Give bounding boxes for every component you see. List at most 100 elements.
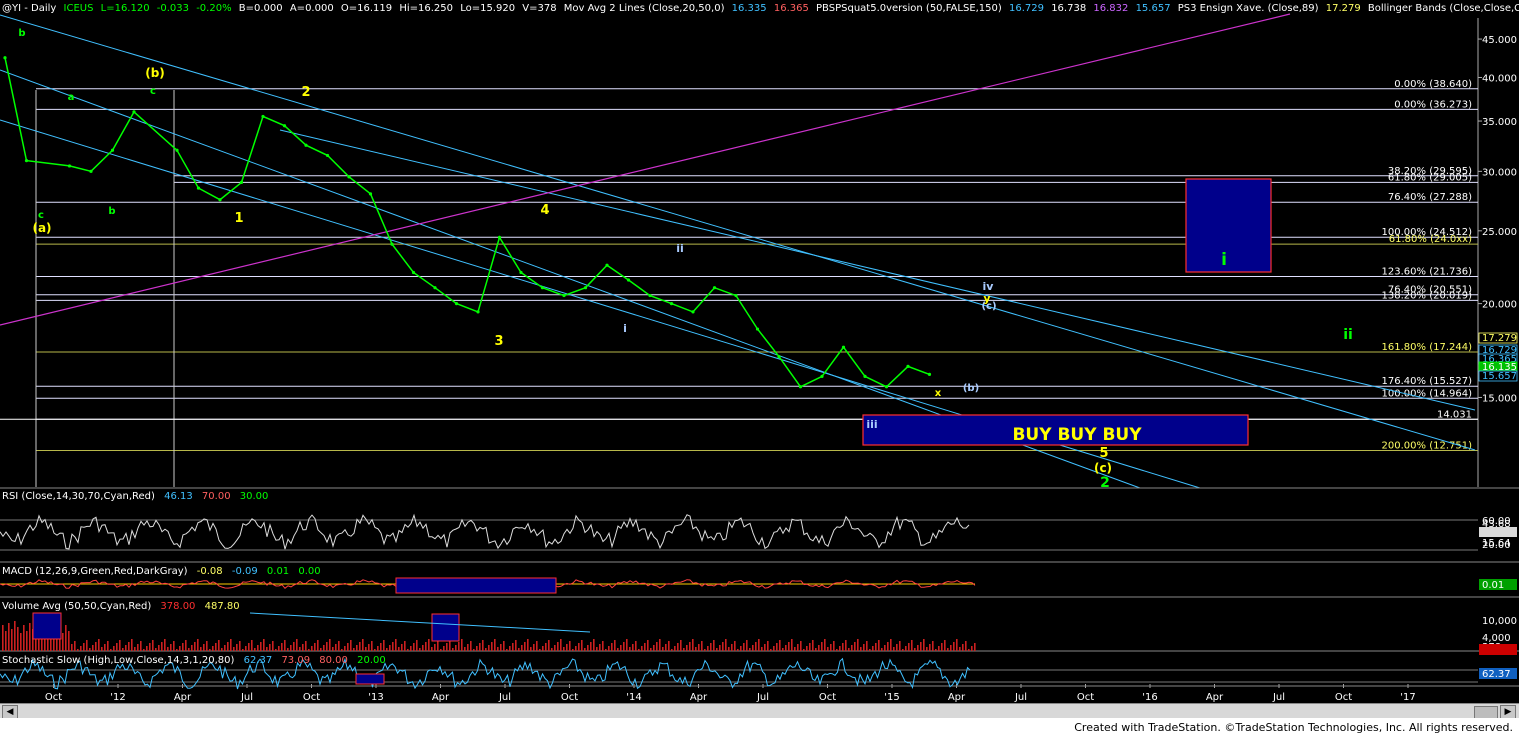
y-tick-label: 45.000	[1482, 35, 1517, 46]
volume-bar	[965, 641, 967, 651]
volume-bar	[239, 641, 241, 651]
volume-bar	[701, 641, 703, 651]
volume-bar	[836, 649, 838, 651]
volume-bar	[857, 639, 859, 651]
price-point	[110, 148, 115, 152]
volume-bar	[338, 641, 340, 651]
volume-bar	[845, 640, 847, 651]
volume-bar	[851, 645, 853, 651]
volume-bar	[737, 649, 739, 651]
volume-bar	[449, 640, 451, 651]
volume-bar	[713, 640, 715, 651]
volume-bar	[818, 645, 820, 651]
ensign-value: 17.279	[1325, 3, 1361, 14]
volume-bar	[356, 645, 358, 651]
volume-bar	[710, 643, 712, 651]
volume-bar	[290, 645, 292, 651]
volume-bar	[110, 649, 112, 651]
price-point	[89, 169, 93, 173]
price-point	[669, 302, 674, 306]
volume-bar	[485, 648, 487, 651]
volume-bar	[68, 631, 70, 651]
bb-study-name: Bollinger Bands (Close,Close,Clos	[1367, 3, 1519, 14]
volume-bar	[506, 649, 508, 651]
volume-bar	[740, 646, 742, 651]
volume-bar	[974, 643, 976, 651]
volume-label: Volume Avg (50,50,Cyan,Red) 378.00 487.8…	[2, 601, 246, 612]
volume-bar	[224, 645, 226, 651]
volume-bar	[911, 640, 913, 651]
volume-bar	[362, 639, 364, 651]
price-point	[906, 364, 910, 368]
volume-bar	[962, 644, 964, 651]
volume-bar	[806, 646, 808, 651]
volume-bar	[968, 649, 970, 651]
volume-bar	[725, 639, 727, 651]
stoch-name: Stochastic Slow (High,Low,Close,14,3,1,2…	[2, 655, 235, 666]
symbol-label: @YI - Daily	[2, 3, 57, 14]
volume-bar	[62, 633, 64, 651]
volume-bar	[923, 639, 925, 651]
volume-bar	[581, 640, 583, 651]
volume-bar	[596, 647, 598, 651]
volume-bar	[488, 645, 490, 651]
wave-label-big-i: i	[1221, 250, 1227, 270]
volume-bar	[155, 648, 157, 651]
volume-bar	[476, 646, 478, 651]
rsi-label: RSI (Close,14,30,70,Cyan,Red) 46.13 70.0…	[2, 491, 274, 502]
volume-bar	[77, 649, 79, 651]
price-point	[132, 110, 136, 114]
price-point	[648, 293, 652, 298]
wave-label-c-sub: (c)	[981, 301, 996, 312]
price-point	[239, 180, 244, 184]
exchange-label: ICEUS	[63, 3, 94, 14]
volume-bar	[20, 633, 22, 651]
volume-bar	[599, 644, 601, 651]
volume-bar	[215, 643, 217, 651]
wave-label-b-minor: b	[108, 206, 115, 217]
volume-bar	[167, 647, 169, 651]
pbs3-value: 16.832	[1093, 3, 1129, 14]
wave-label-ii: ii	[676, 242, 684, 255]
volume-bar	[890, 639, 892, 651]
volume-bar	[794, 647, 796, 651]
volume-bar	[401, 644, 403, 651]
fib-label: 14.031	[1437, 409, 1472, 420]
volume-avg: 487.80	[204, 601, 240, 612]
volume-bar	[590, 642, 592, 651]
volume-bar	[833, 641, 835, 651]
x-tick-label: '15	[884, 692, 899, 703]
volume-bar	[470, 641, 472, 651]
volume-bar	[89, 648, 91, 651]
volume-bar	[116, 643, 118, 651]
price-point	[605, 263, 609, 267]
volume-bar	[500, 644, 502, 651]
x-tick-label: Jul	[498, 692, 511, 703]
x-tick-label: Jul	[1272, 692, 1285, 703]
price-point	[820, 374, 824, 379]
volume-bar	[353, 648, 355, 651]
x-tick-label: Oct	[45, 692, 62, 703]
volume-bar	[644, 643, 646, 651]
volume-bar	[884, 645, 886, 651]
volume-bar	[305, 641, 307, 651]
volume-bar	[146, 646, 148, 651]
volume-bar	[830, 644, 832, 651]
volume-bar	[887, 642, 889, 651]
rsi-tag-box	[1479, 527, 1517, 537]
wave-label-3: 3	[494, 334, 503, 349]
volume-bar	[584, 648, 586, 651]
wave-label-4: 4	[540, 203, 549, 218]
price-chart[interactable]: 45.000 40.000 35.000 30.000 25.000 20.000 15.0…	[0, 0, 1519, 703]
copyright-footer: Created with TradeStation. ©TradeStation…	[1074, 721, 1513, 734]
volume-bar	[221, 648, 223, 651]
rsi-oversold: 30.00	[239, 491, 269, 502]
low-value: Lo=15.920	[460, 3, 516, 14]
fib-label: 138.20% (20.019)	[1382, 290, 1473, 301]
volume-bar	[905, 646, 907, 651]
volume-box-1	[32, 612, 62, 640]
price-point	[175, 148, 179, 152]
volume-bar	[545, 643, 547, 651]
macd-value: -0.08	[196, 566, 223, 577]
volume-value: V=378	[522, 3, 557, 14]
